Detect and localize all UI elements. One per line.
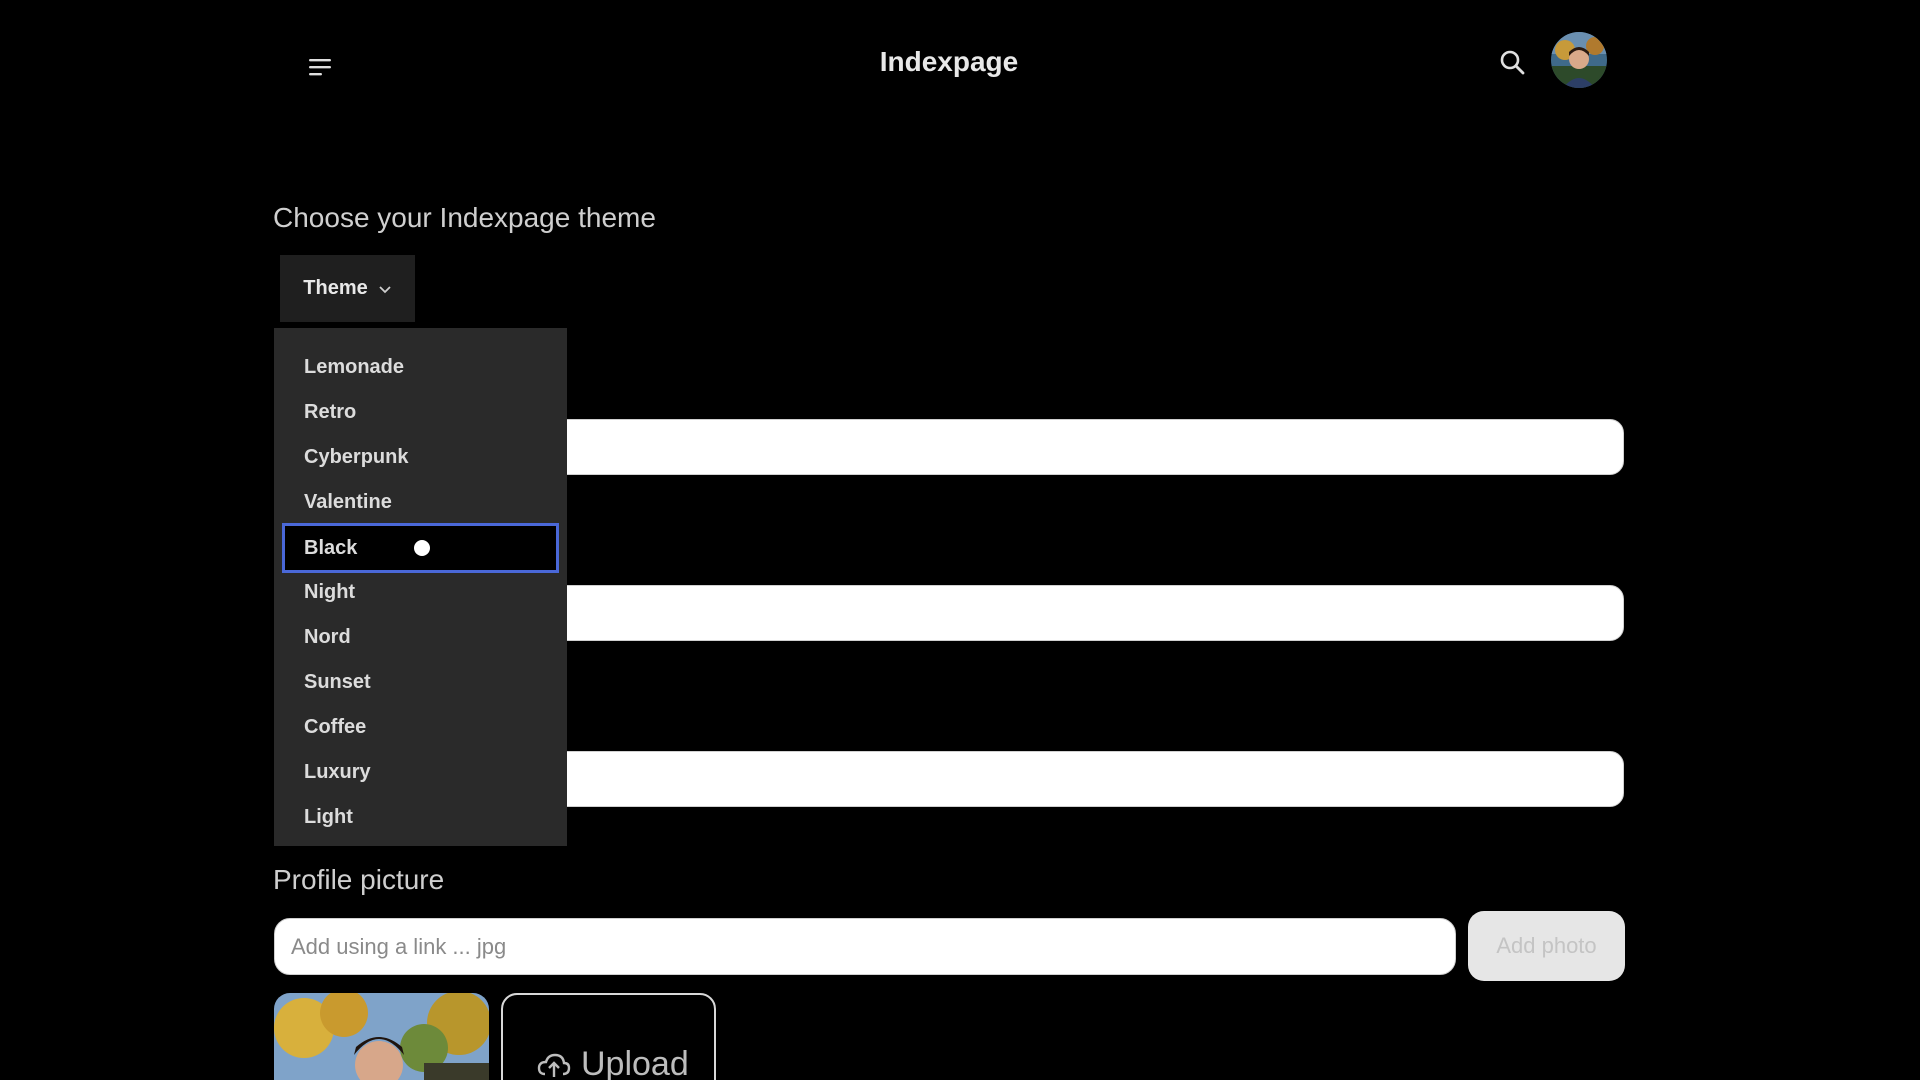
theme-dropdown-label: Theme xyxy=(303,277,368,299)
chevron-down-icon xyxy=(379,285,391,293)
profile-photo-thumbnail[interactable] xyxy=(274,993,489,1080)
profile-photo-image xyxy=(274,993,489,1080)
cursor-dot xyxy=(414,540,430,556)
theme-option-cyberpunk[interactable]: Cyberpunk xyxy=(282,435,559,480)
add-photo-button[interactable]: Add photo xyxy=(1468,911,1625,981)
theme-option-black-label: Black xyxy=(304,536,358,559)
app-title[interactable]: Indexpage xyxy=(0,44,1898,80)
theme-option-lemonade[interactable]: Lemonade xyxy=(282,345,559,390)
theme-option-luxury[interactable]: Luxury xyxy=(282,750,559,795)
theme-option-coffee[interactable]: Coffee xyxy=(282,705,559,750)
page: Indexpage Choose your Indexpage theme Th… xyxy=(0,0,1920,1080)
search-button[interactable] xyxy=(1492,42,1532,82)
theme-option-nord[interactable]: Nord xyxy=(282,615,559,660)
theme-dropdown-button[interactable]: Theme xyxy=(280,255,415,322)
upload-label-group: Upload xyxy=(537,1045,689,1080)
theme-option-sunset[interactable]: Sunset xyxy=(282,660,559,705)
avatar[interactable] xyxy=(1551,32,1607,88)
search-icon xyxy=(1500,50,1525,75)
theme-option-retro[interactable]: Retro xyxy=(282,390,559,435)
theme-option-valentine[interactable]: Valentine xyxy=(282,480,559,525)
theme-option-black[interactable]: Black xyxy=(282,523,559,573)
theme-dropdown-menu: Lemonade Retro Cyberpunk Valentine Black… xyxy=(274,328,567,846)
theme-option-light[interactable]: Light xyxy=(282,795,559,840)
avatar-image xyxy=(1551,32,1607,88)
upload-photo-card[interactable]: Upload xyxy=(501,993,716,1080)
theme-heading: Choose your Indexpage theme xyxy=(273,202,656,233)
upload-label: Upload xyxy=(581,1045,689,1080)
profile-picture-heading: Profile picture xyxy=(273,864,445,895)
theme-option-night[interactable]: Night xyxy=(282,570,559,615)
cloud-upload-icon xyxy=(537,1053,571,1077)
photo-link-input[interactable] xyxy=(274,918,1456,975)
